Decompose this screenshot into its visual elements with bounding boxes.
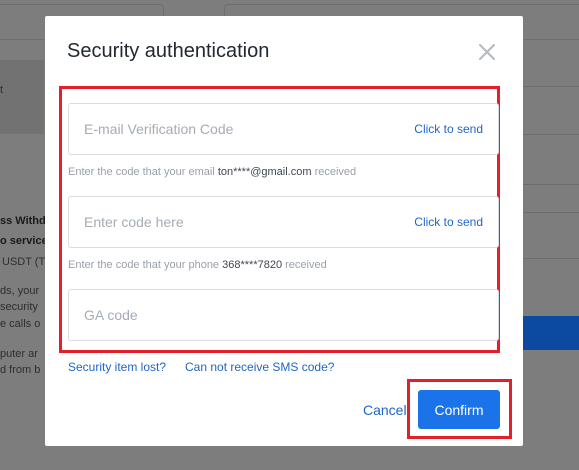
background-divider: [523, 258, 579, 259]
sms-hint-number: 368****7820: [222, 259, 283, 271]
background-text: o service: [0, 235, 48, 247]
email-code-input[interactable]: [84, 121, 344, 137]
background-text: security: [0, 301, 38, 313]
background-text: d from b: [0, 364, 41, 376]
no-sms-code-link[interactable]: Can not receive SMS code?: [185, 360, 334, 374]
sms-send-link[interactable]: Click to send: [414, 215, 483, 229]
background-text: puter ar: [0, 348, 38, 360]
email-hint-prefix: Enter the code that your email: [68, 166, 215, 178]
background-text: ss Withd: [0, 215, 46, 227]
close-icon[interactable]: [477, 42, 497, 62]
ga-code-input[interactable]: [84, 307, 344, 323]
background-divider: [523, 212, 579, 213]
email-hint-address: ton****@gmail.com: [217, 166, 312, 178]
background-divider: [523, 86, 579, 87]
email-hint: Enter the code that your email ton****@g…: [68, 166, 356, 178]
background-button: [522, 316, 579, 350]
cancel-button[interactable]: Cancel: [363, 402, 407, 418]
background-text: t: [0, 84, 4, 96]
security-item-lost-link[interactable]: Security item lost?: [68, 360, 166, 374]
sms-hint: Enter the code that your phone 368****78…: [68, 259, 327, 271]
email-hint-suffix: received: [314, 166, 357, 178]
ga-code-field: [68, 289, 499, 341]
background-text: ds, your: [0, 285, 40, 297]
background-text: USDT (T: [2, 256, 46, 268]
modal-title: Security authentication: [67, 40, 270, 62]
email-code-field: Click to send: [68, 103, 499, 155]
sms-code-field: Click to send: [68, 196, 499, 248]
email-send-link[interactable]: Click to send: [414, 122, 483, 136]
background-divider: [523, 184, 579, 185]
confirm-button[interactable]: Confirm: [418, 390, 500, 429]
sms-hint-prefix: Enter the code that your phone: [68, 259, 220, 271]
sms-hint-suffix: received: [285, 259, 327, 271]
background-panel: [0, 60, 44, 134]
background-text: e calls o: [0, 318, 41, 330]
sms-code-input[interactable]: [84, 214, 344, 230]
security-auth-modal: Security authentication Click to send En…: [45, 16, 523, 446]
background-divider: [523, 134, 579, 135]
